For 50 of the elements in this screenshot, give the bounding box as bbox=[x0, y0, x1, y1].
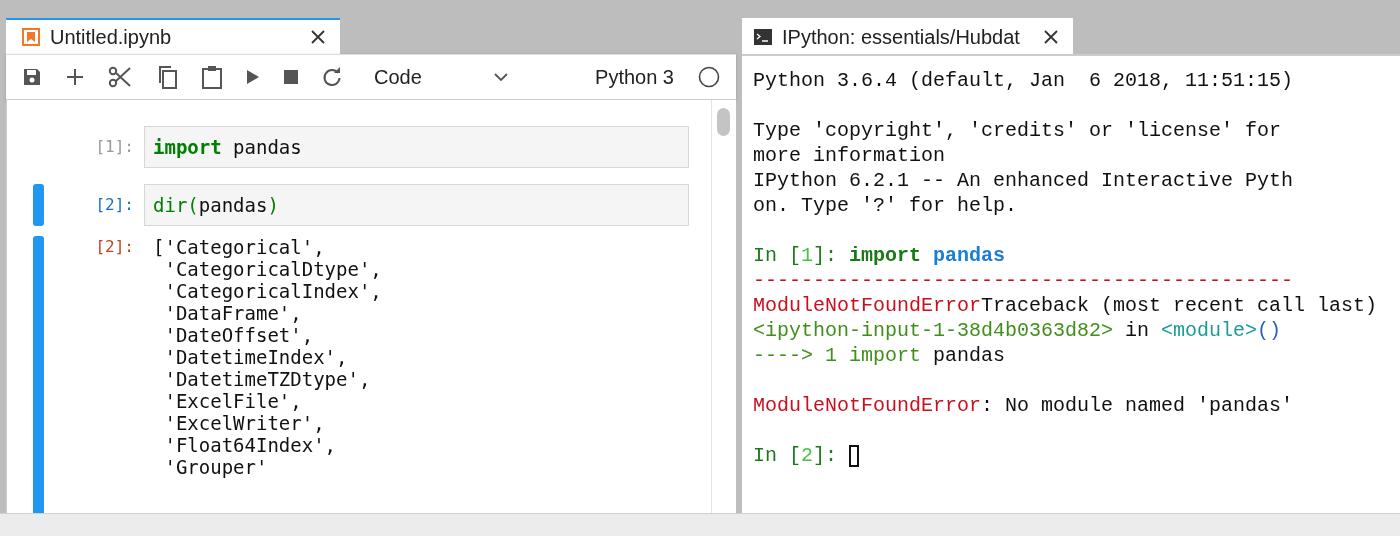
console-line: In [2]: bbox=[753, 443, 860, 468]
output-line: 'ExcelWriter', bbox=[163, 412, 326, 434]
kernel-name[interactable]: Python 3 bbox=[595, 65, 674, 89]
code-input[interactable]: import pandas bbox=[144, 126, 689, 168]
kernel-status-icon bbox=[698, 66, 720, 88]
tab-title: Untitled.ipynb bbox=[50, 25, 173, 49]
console-line: more information bbox=[753, 143, 946, 168]
output-line: 'DatetimeTZDtype', bbox=[163, 368, 372, 390]
console-line: In [1]: import pandas bbox=[753, 243, 1006, 268]
tab-title: IPython: essentials/Hubdat bbox=[782, 25, 1021, 49]
close-icon[interactable] bbox=[310, 29, 326, 45]
console-line: ----> 1 import pandas bbox=[753, 343, 1006, 368]
run-icon[interactable] bbox=[246, 69, 260, 85]
output-line: 'ExcelFile', bbox=[163, 390, 303, 412]
scrollbar-thumb[interactable] bbox=[717, 108, 730, 136]
console-line: on. Type '?' for help. bbox=[753, 193, 1018, 218]
cell-type-dropdown[interactable]: Code bbox=[374, 65, 508, 89]
cell-selection-bar[interactable] bbox=[33, 184, 44, 226]
cell-prompt: [2]: bbox=[94, 236, 135, 258]
output-line: 'CategoricalIndex', bbox=[163, 280, 382, 302]
restart-icon[interactable] bbox=[322, 67, 342, 87]
console-line: Python 3.6.4 (default, Jan 6 2018, 11:51:15) bbox=[753, 68, 1294, 93]
cell-selection-bar[interactable] bbox=[33, 236, 44, 514]
terminal-tab[interactable]: IPython: essentials/Hubdat bbox=[742, 18, 1073, 54]
output-line: 'Float64Index', bbox=[163, 434, 338, 456]
save-icon[interactable] bbox=[22, 67, 42, 87]
console-line: Type 'copyright', 'credits' or 'license' for bbox=[753, 118, 1282, 143]
notebook-icon bbox=[22, 28, 40, 46]
cell-prompt: [2]: bbox=[94, 194, 135, 216]
add-icon[interactable] bbox=[66, 68, 84, 86]
console-line: ModuleNotFoundError: No module named 'pandas' bbox=[753, 393, 1294, 418]
output-line: 'Grouper' bbox=[163, 456, 269, 478]
output-line: 'DateOffset', bbox=[163, 324, 315, 346]
chevron-down-icon[interactable] bbox=[493, 72, 508, 82]
console-line: IPython 6.2.1 -- An enhanced Interactive Pyth bbox=[753, 168, 1294, 193]
console-line: <ipython-input-1-38d4b0363d82> in <module>() bbox=[753, 318, 1282, 343]
console-line: --------------------------------------------- bbox=[753, 268, 1294, 293]
notebook-tab[interactable]: Untitled.ipynb bbox=[6, 18, 340, 54]
copy-icon[interactable] bbox=[156, 65, 178, 89]
output-line: 'CategoricalDtype', bbox=[163, 258, 382, 280]
console-line: ModuleNotFoundErrorTraceback (most recent call last) bbox=[753, 293, 1378, 318]
output-line: ['Categorical', bbox=[153, 236, 326, 258]
terminal-icon bbox=[754, 29, 772, 45]
scissors-icon[interactable] bbox=[108, 66, 132, 88]
code-input[interactable]: dir(pandas) bbox=[144, 184, 689, 226]
cell-prompt: [1]: bbox=[94, 136, 135, 158]
output-line: 'DatetimeIndex', bbox=[163, 346, 349, 368]
close-icon[interactable] bbox=[1043, 29, 1059, 45]
output-line: 'DataFrame', bbox=[163, 302, 303, 324]
paste-icon[interactable] bbox=[202, 65, 222, 89]
